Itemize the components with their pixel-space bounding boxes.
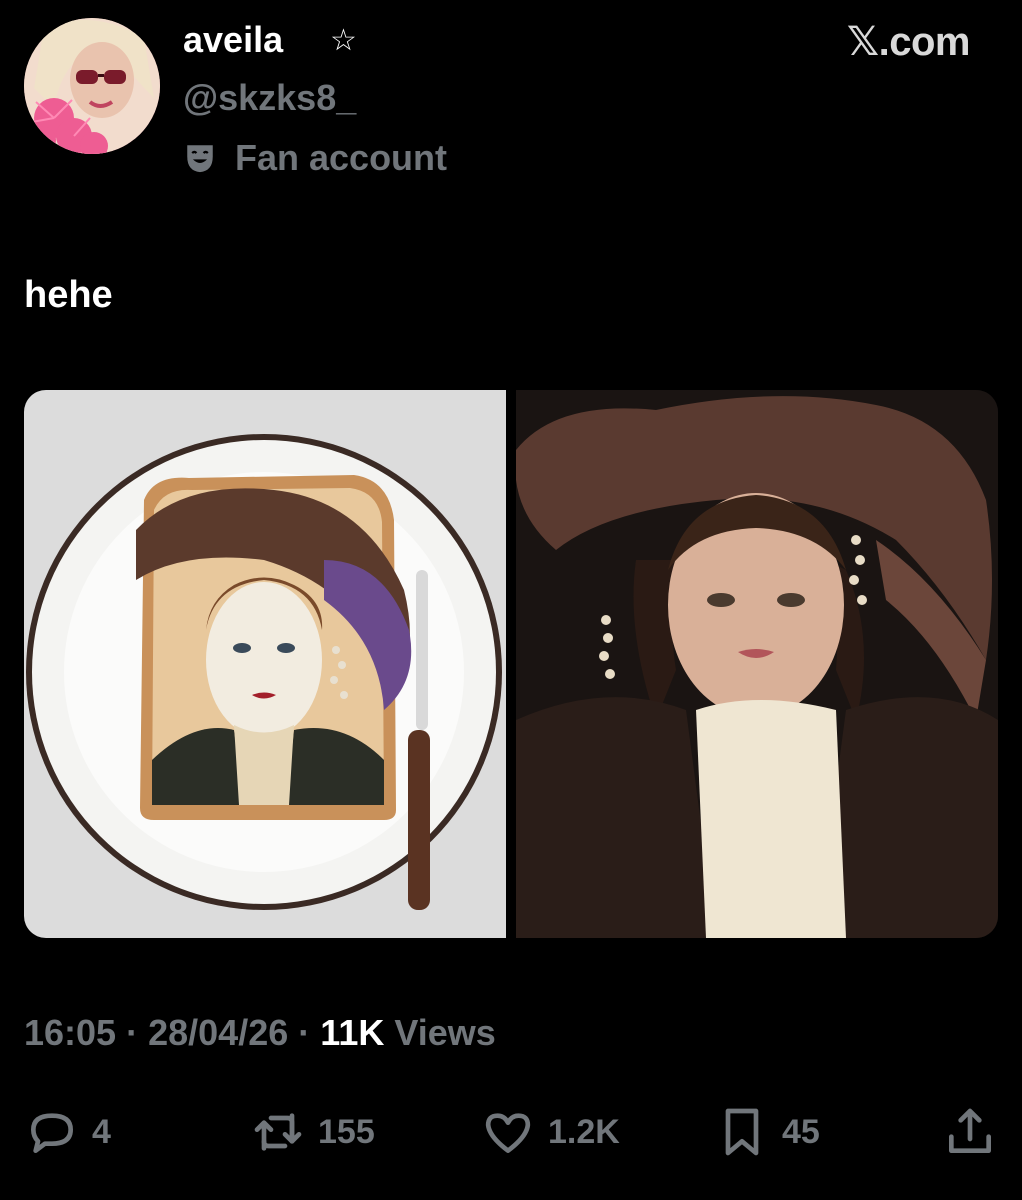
avatar[interactable] [24, 18, 160, 154]
tweet-date[interactable]: 28/04/26 [148, 1012, 288, 1053]
tweet-meta: 16:05 · 28/04/26 · 11K Views [24, 1010, 496, 1056]
fan-account-label: Fan account [235, 137, 448, 178]
tweet-time[interactable]: 16:05 [24, 1012, 116, 1053]
reply-button[interactable]: 4 [24, 1100, 111, 1164]
retweet-button[interactable]: 155 [250, 1100, 375, 1164]
reply-count: 4 [92, 1112, 111, 1151]
tweet-actions: 4 155 1.2K 45 [24, 1100, 998, 1164]
toast-portrait-photo[interactable] [24, 390, 506, 938]
x-brand-logo: 𝕏.com [846, 20, 971, 64]
tweet-media[interactable] [24, 390, 998, 938]
bookmark-icon [725, 1108, 759, 1156]
bookmark-count: 45 [782, 1112, 820, 1151]
display-name[interactable]: aveila [183, 18, 283, 62]
fan-account-badge: Fan account [183, 136, 447, 180]
like-button[interactable]: 1.2K [480, 1100, 620, 1164]
meta-separator: · [298, 1012, 311, 1053]
retweet-icon [254, 1113, 302, 1151]
handle[interactable]: @skzks8_ [183, 76, 356, 120]
toast-art-image [24, 390, 506, 938]
like-count: 1.2K [548, 1112, 620, 1151]
meta-separator: · [126, 1012, 139, 1053]
model-photo-image [516, 390, 998, 938]
avatar-image [24, 18, 160, 154]
star-icon: ☆ [330, 24, 357, 57]
views-count: 11K [320, 1012, 385, 1053]
tweet-text: hehe [24, 274, 113, 316]
heart-icon [485, 1113, 531, 1153]
views-label: Views [394, 1012, 496, 1053]
model-portrait-photo[interactable] [516, 390, 998, 938]
share-icon [949, 1108, 991, 1153]
retweet-count: 155 [318, 1112, 375, 1151]
bookmark-button[interactable]: 45 [714, 1100, 820, 1164]
theater-mask-icon [187, 145, 213, 173]
reply-icon [31, 1113, 73, 1153]
share-button[interactable] [942, 1100, 998, 1164]
